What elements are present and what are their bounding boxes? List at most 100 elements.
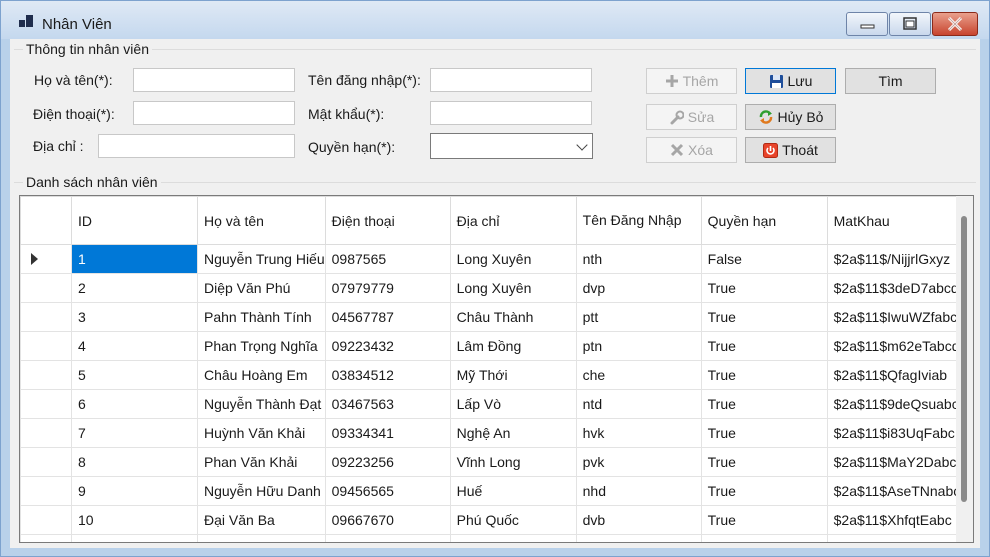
table-row[interactable]: 6 Nguyễn Thành Đạt 03467563 Lấp Vò ntd True $2… [20,389,973,419]
table-cell[interactable]: nhd [575,476,702,506]
table-cell[interactable]: Phan Trọng Nghĩa [197,331,326,361]
table-cell[interactable]: $2a$11$9deQsuabc [826,389,966,419]
table-cell[interactable]: False [700,244,828,274]
row-header[interactable] [20,418,72,448]
row-header[interactable] [20,244,72,274]
table-cell[interactable]: 04567787 [324,302,451,332]
table-cell[interactable]: 6 [71,389,198,419]
table-cell[interactable]: 10 [71,505,198,535]
column-header[interactable]: Tên Đăng Nhập [575,196,702,245]
table-cell[interactable]: 1 [71,244,198,274]
table-cell[interactable]: $2a$11$QfagIviab [826,360,966,390]
table-cell[interactable]: 3 [71,302,198,332]
cancel-button[interactable]: Hủy Bỏ [745,104,836,130]
row-header[interactable] [20,534,72,542]
table-cell[interactable] [197,534,326,542]
table-cell[interactable]: $2a$11$MaY2Dabcd [826,447,966,477]
row-header[interactable] [20,476,72,506]
row-header[interactable] [20,331,72,361]
table-cell[interactable]: 4 [71,331,198,361]
column-header[interactable]: Họ và tên [197,196,326,245]
table-cell[interactable]: Nguyễn Trung Hiếu [197,244,326,274]
table-cell[interactable]: True [700,360,828,390]
table-cell[interactable]: Nguyễn Thành Đạt [197,389,326,419]
row-header-corner[interactable] [20,196,72,245]
table-row[interactable]: 7 Huỳnh Văn Khải 09334341 Nghệ An hvk True $2a… [20,418,973,448]
title-bar[interactable]: Nhân Viên [1,1,989,39]
table-row[interactable]: 8 Phan Văn Khải 09223256 Vĩnh Long pvk True $2… [20,447,973,477]
table-cell[interactable]: Long Xuyên [449,273,577,303]
table-cell[interactable]: 09223256 [324,447,451,477]
row-header[interactable] [20,360,72,390]
table-cell[interactable]: Nguyễn Hữu Danh [197,476,326,506]
maximize-button[interactable] [889,12,931,36]
table-cell[interactable]: 2 [71,273,198,303]
table-cell[interactable]: Châu Thành [449,302,577,332]
table-cell[interactable]: True [700,389,828,419]
table-cell[interactable] [700,534,828,542]
table-row[interactable]: 2 Diệp Văn Phú 07979779 Long Xuyên dvp True $2… [20,273,973,303]
table-cell[interactable]: $2a$11$3deD7abcd [826,273,966,303]
table-cell[interactable] [449,534,577,542]
table-cell[interactable]: 8 [71,447,198,477]
table-cell[interactable] [324,534,451,542]
table-cell[interactable]: 7 [71,418,198,448]
table-cell[interactable]: True [700,273,828,303]
row-header[interactable] [20,447,72,477]
table-cell[interactable]: Lấp Vò [449,389,577,419]
close-button[interactable] [932,12,978,36]
table-cell[interactable]: nth [575,244,702,274]
add-button[interactable]: Thêm [646,68,737,94]
table-row[interactable]: 5 Châu Hoàng Em 03834512 Mỹ Thới che True $2a$… [20,360,973,390]
table-cell[interactable]: 0987565 [324,244,451,274]
table-row[interactable]: 9 Nguyễn Hữu Danh 09456565 Huế nhd True $2a$11… [20,476,973,506]
table-cell[interactable]: Nghệ An [449,418,577,448]
table-cell[interactable]: 5 [71,360,198,390]
table-row[interactable]: 1 Nguyễn Trung Hiếu 0987565 Long Xuyên nth Fa… [20,244,973,274]
table-cell[interactable]: $2a$11$AseTNnabc [826,476,966,506]
table-cell[interactable]: 09456565 [324,476,451,506]
table-cell[interactable]: Phan Văn Khải [197,447,326,477]
table-row[interactable]: 3 Pahn Thành Tính 04567787 Châu Thành ptt Tru… [20,302,973,332]
table-cell[interactable]: Phú Quốc [449,505,577,535]
fullname-input[interactable] [133,68,295,92]
table-row[interactable] [20,534,973,542]
table-cell[interactable]: dvp [575,273,702,303]
employee-grid[interactable]: ID Họ và tên Điện thoại Địa chỉ Tên Đăng… [19,195,974,543]
table-cell[interactable]: $2a$11$/NijjrlGxyz [826,244,966,274]
table-cell[interactable]: Pahn Thành Tính [197,302,326,332]
table-cell[interactable]: $2a$11$XhfqtEabc [826,505,966,535]
table-cell[interactable]: Huỳnh Văn Khải [197,418,326,448]
table-cell[interactable]: dvb [575,505,702,535]
table-cell[interactable]: Mỹ Thới [449,360,577,390]
table-cell[interactable]: 07979779 [324,273,451,303]
column-header[interactable]: Quyền hạn [700,196,828,245]
table-cell[interactable]: hvk [575,418,702,448]
table-cell[interactable]: Huế [449,476,577,506]
phone-input[interactable] [133,101,295,125]
column-header[interactable]: Điện thoại [324,196,451,245]
table-cell[interactable]: Lâm Đồng [449,331,577,361]
exit-button[interactable]: Thoát [745,137,836,163]
table-cell[interactable]: True [700,505,828,535]
find-button[interactable]: Tìm [845,68,936,94]
minimize-button[interactable] [846,12,888,36]
table-cell[interactable]: 03834512 [324,360,451,390]
vertical-scrollbar[interactable] [956,196,973,542]
save-button[interactable]: Lưu [745,68,836,94]
scrollbar-thumb[interactable] [961,216,967,502]
table-cell[interactable]: True [700,476,828,506]
table-cell[interactable]: Vĩnh Long [449,447,577,477]
table-cell[interactable]: True [700,447,828,477]
table-cell[interactable] [826,534,966,542]
table-cell[interactable]: Đại Văn Ba [197,505,326,535]
address-input[interactable] [98,134,295,158]
row-header[interactable] [20,273,72,303]
table-cell[interactable]: True [700,418,828,448]
table-cell[interactable]: True [700,302,828,332]
column-header[interactable]: MatKhau [826,196,966,245]
table-cell[interactable]: pvk [575,447,702,477]
table-row[interactable]: 4 Phan Trọng Nghĩa 09223432 Lâm Đồng ptn True… [20,331,973,361]
row-header[interactable] [20,302,72,332]
table-cell[interactable]: $2a$11$m62eTabcd [826,331,966,361]
